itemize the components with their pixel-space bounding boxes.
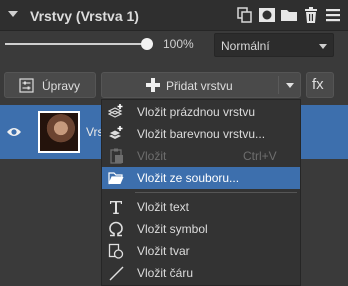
- menu-icon[interactable]: [324, 6, 342, 24]
- plus-icon: [146, 78, 160, 92]
- layer-thumbnail: [38, 111, 80, 153]
- menu-divider: [135, 192, 297, 193]
- panel-header: Vrstvy (Vrstva 1): [0, 0, 348, 31]
- opacity-value: 100%: [163, 37, 194, 51]
- menu-item-label: Vložit prázdnou vrstvu: [137, 105, 256, 119]
- menu-item-insert-from-file[interactable]: Vložit ze souboru...: [102, 167, 300, 189]
- line-icon: [108, 265, 124, 281]
- adjustments-icon: [19, 78, 34, 93]
- opacity-slider-knob[interactable]: [141, 38, 153, 50]
- menu-item-label: Vložit čáru: [137, 266, 194, 280]
- color-layer-icon: [108, 126, 124, 142]
- open-folder-icon: [108, 170, 124, 186]
- eye-icon[interactable]: [6, 125, 22, 137]
- blend-mode-value: Normální: [221, 39, 270, 53]
- button-separator: [278, 76, 279, 94]
- menu-item-paste: Vložit Ctrl+V: [102, 145, 300, 167]
- panel-title: Vrstvy (Vrstva 1): [30, 8, 139, 24]
- effects-button[interactable]: fx: [306, 72, 334, 98]
- edits-button[interactable]: Úpravy: [4, 72, 96, 98]
- omega-icon: [108, 221, 124, 237]
- collapse-arrow-icon[interactable]: [8, 11, 18, 17]
- menu-item-label: Vložit barevnou vrstvu...: [137, 127, 266, 141]
- menu-item-insert-text[interactable]: Vložit text: [102, 196, 300, 218]
- paste-icon: [108, 148, 124, 164]
- opacity-slider[interactable]: [5, 43, 147, 45]
- layers-panel: Vrstvy (Vrstva 1) 100% Normální Úpravy P…: [0, 0, 348, 286]
- menu-item-label: Vložit tvar: [137, 244, 190, 258]
- menu-item-insert-line[interactable]: Vložit čáru: [102, 262, 300, 284]
- duplicate-icon[interactable]: [236, 6, 254, 24]
- menu-item-new-empty-layer[interactable]: Vložit prázdnou vrstvu: [102, 101, 300, 123]
- effects-button-label: fx: [312, 76, 324, 93]
- add-layer-button[interactable]: Přidat vrstvu: [101, 72, 301, 98]
- add-layer-dropdown-icon[interactable]: [286, 83, 294, 88]
- menu-item-shortcut: Ctrl+V: [243, 149, 277, 163]
- add-layer-button-label: Přidat vrstvu: [166, 79, 233, 93]
- menu-item-new-color-layer[interactable]: Vložit barevnou vrstvu...: [102, 123, 300, 145]
- folder-icon[interactable]: [280, 6, 298, 24]
- text-icon: [108, 199, 124, 215]
- shape-icon: [108, 243, 124, 259]
- menu-item-insert-shape[interactable]: Vložit tvar: [102, 240, 300, 262]
- edits-button-label: Úpravy: [42, 79, 81, 93]
- trash-icon[interactable]: [302, 6, 320, 24]
- menu-item-insert-symbol[interactable]: Vložit symbol: [102, 218, 300, 240]
- blend-mode-select[interactable]: Normální: [214, 33, 334, 57]
- menu-item-label: Vložit text: [137, 200, 190, 214]
- new-layer-icon: [107, 104, 124, 120]
- mask-icon[interactable]: [258, 6, 276, 24]
- menu-item-label: Vložit: [137, 149, 167, 163]
- menu-item-label: Vložit symbol: [137, 222, 208, 236]
- add-layer-menu: Vložit prázdnou vrstvu Vložit barevnou v…: [101, 99, 301, 286]
- chevron-down-icon: [319, 44, 327, 49]
- menu-item-label: Vložit ze souboru...: [137, 171, 240, 185]
